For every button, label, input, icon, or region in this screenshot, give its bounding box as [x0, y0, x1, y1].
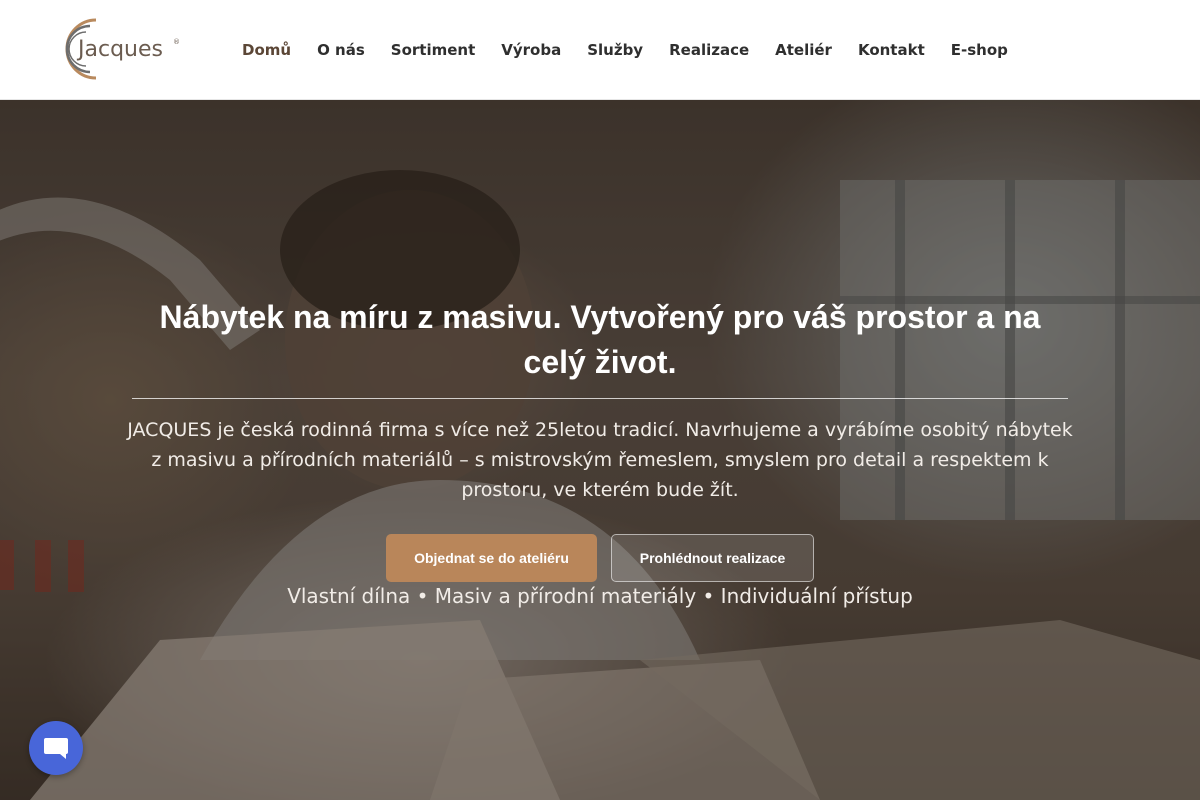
jacques-logo-icon: Jacques ®: [65, 18, 180, 80]
nav-item-realizace[interactable]: Realizace: [669, 41, 749, 59]
nav-item-domu[interactable]: Domů: [242, 41, 291, 59]
hero-description: JACQUES je česká rodinná firma s více ne…: [127, 419, 1073, 501]
site-header: Jacques ® Domů O nás Sortiment Výroba Sl…: [0, 0, 1200, 100]
nav-item-sluzby[interactable]: Služby: [587, 41, 643, 59]
nav-item-sortiment[interactable]: Sortiment: [391, 41, 475, 59]
hero-content: Nábytek na míru z masivu. Vytvořený pro …: [0, 100, 1200, 800]
nav-item-eshop[interactable]: E-shop: [951, 41, 1008, 59]
nav-item-vyroba[interactable]: Výroba: [501, 41, 561, 59]
logo-text: Jacques: [76, 37, 163, 62]
chat-bubble-icon: [44, 738, 68, 759]
nav-item-o-nas[interactable]: O nás: [317, 41, 365, 59]
nav-item-kontakt[interactable]: Kontakt: [858, 41, 925, 59]
chat-widget-button[interactable]: [29, 721, 83, 775]
hero-title: Nábytek na míru z masivu. Vytvořený pro …: [159, 299, 1041, 380]
hero-features: Vlastní dílna • Masiv a přírodní materiá…: [287, 584, 913, 608]
nav-item-atelier[interactable]: Ateliér: [775, 41, 832, 59]
logo[interactable]: Jacques ®: [50, 18, 180, 80]
hero-divider: [132, 398, 1068, 399]
main-nav: Domů O nás Sortiment Výroba Služby Reali…: [242, 0, 1034, 100]
hero-section: Nábytek na míru z masivu. Vytvořený pro …: [0, 100, 1200, 800]
view-realizations-button[interactable]: Prohlédnout realizace: [611, 534, 814, 582]
book-atelier-button[interactable]: Objednat se do ateliéru: [386, 534, 597, 582]
svg-text:®: ®: [173, 38, 180, 46]
